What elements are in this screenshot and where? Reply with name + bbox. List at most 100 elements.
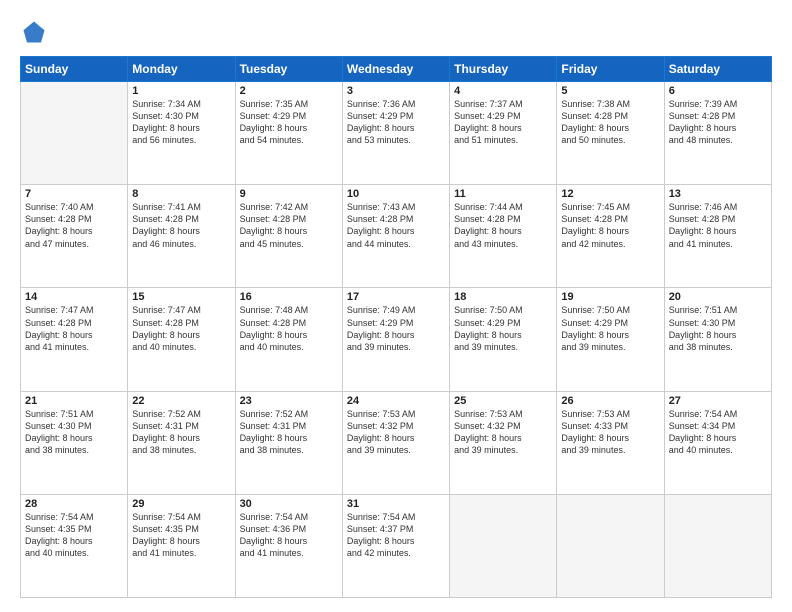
day-info: Sunrise: 7:51 AM Sunset: 4:30 PM Dayligh… bbox=[669, 304, 767, 353]
calendar-cell: 16Sunrise: 7:48 AM Sunset: 4:28 PM Dayli… bbox=[235, 288, 342, 391]
day-info: Sunrise: 7:50 AM Sunset: 4:29 PM Dayligh… bbox=[454, 304, 552, 353]
day-number: 24 bbox=[347, 395, 445, 407]
calendar-cell bbox=[450, 494, 557, 597]
calendar-cell: 24Sunrise: 7:53 AM Sunset: 4:32 PM Dayli… bbox=[342, 391, 449, 494]
calendar-cell: 26Sunrise: 7:53 AM Sunset: 4:33 PM Dayli… bbox=[557, 391, 664, 494]
day-info: Sunrise: 7:41 AM Sunset: 4:28 PM Dayligh… bbox=[132, 201, 230, 250]
day-number: 17 bbox=[347, 291, 445, 303]
calendar-cell: 8Sunrise: 7:41 AM Sunset: 4:28 PM Daylig… bbox=[128, 185, 235, 288]
day-info: Sunrise: 7:52 AM Sunset: 4:31 PM Dayligh… bbox=[132, 408, 230, 457]
day-info: Sunrise: 7:50 AM Sunset: 4:29 PM Dayligh… bbox=[561, 304, 659, 353]
calendar-cell bbox=[557, 494, 664, 597]
day-number: 28 bbox=[25, 498, 123, 510]
day-info: Sunrise: 7:37 AM Sunset: 4:29 PM Dayligh… bbox=[454, 98, 552, 147]
day-info: Sunrise: 7:44 AM Sunset: 4:28 PM Dayligh… bbox=[454, 201, 552, 250]
day-info: Sunrise: 7:40 AM Sunset: 4:28 PM Dayligh… bbox=[25, 201, 123, 250]
calendar-week-3: 21Sunrise: 7:51 AM Sunset: 4:30 PM Dayli… bbox=[21, 391, 772, 494]
calendar-cell: 13Sunrise: 7:46 AM Sunset: 4:28 PM Dayli… bbox=[664, 185, 771, 288]
day-number: 9 bbox=[240, 188, 338, 200]
day-info: Sunrise: 7:52 AM Sunset: 4:31 PM Dayligh… bbox=[240, 408, 338, 457]
calendar-cell: 3Sunrise: 7:36 AM Sunset: 4:29 PM Daylig… bbox=[342, 82, 449, 185]
day-number: 3 bbox=[347, 85, 445, 97]
day-info: Sunrise: 7:53 AM Sunset: 4:32 PM Dayligh… bbox=[347, 408, 445, 457]
calendar-cell: 12Sunrise: 7:45 AM Sunset: 4:28 PM Dayli… bbox=[557, 185, 664, 288]
day-number: 5 bbox=[561, 85, 659, 97]
calendar-cell: 19Sunrise: 7:50 AM Sunset: 4:29 PM Dayli… bbox=[557, 288, 664, 391]
calendar-cell: 31Sunrise: 7:54 AM Sunset: 4:37 PM Dayli… bbox=[342, 494, 449, 597]
calendar-cell: 15Sunrise: 7:47 AM Sunset: 4:28 PM Dayli… bbox=[128, 288, 235, 391]
weekday-wednesday: Wednesday bbox=[342, 57, 449, 82]
calendar-cell: 18Sunrise: 7:50 AM Sunset: 4:29 PM Dayli… bbox=[450, 288, 557, 391]
calendar-cell: 17Sunrise: 7:49 AM Sunset: 4:29 PM Dayli… bbox=[342, 288, 449, 391]
logo bbox=[20, 18, 52, 46]
day-info: Sunrise: 7:54 AM Sunset: 4:37 PM Dayligh… bbox=[347, 511, 445, 560]
day-info: Sunrise: 7:39 AM Sunset: 4:28 PM Dayligh… bbox=[669, 98, 767, 147]
calendar-cell: 14Sunrise: 7:47 AM Sunset: 4:28 PM Dayli… bbox=[21, 288, 128, 391]
day-info: Sunrise: 7:51 AM Sunset: 4:30 PM Dayligh… bbox=[25, 408, 123, 457]
day-info: Sunrise: 7:53 AM Sunset: 4:33 PM Dayligh… bbox=[561, 408, 659, 457]
day-number: 22 bbox=[132, 395, 230, 407]
day-info: Sunrise: 7:34 AM Sunset: 4:30 PM Dayligh… bbox=[132, 98, 230, 147]
day-info: Sunrise: 7:53 AM Sunset: 4:32 PM Dayligh… bbox=[454, 408, 552, 457]
calendar-cell bbox=[664, 494, 771, 597]
calendar-cell: 22Sunrise: 7:52 AM Sunset: 4:31 PM Dayli… bbox=[128, 391, 235, 494]
weekday-saturday: Saturday bbox=[664, 57, 771, 82]
calendar-week-0: 1Sunrise: 7:34 AM Sunset: 4:30 PM Daylig… bbox=[21, 82, 772, 185]
day-number: 19 bbox=[561, 291, 659, 303]
calendar-cell: 6Sunrise: 7:39 AM Sunset: 4:28 PM Daylig… bbox=[664, 82, 771, 185]
calendar-cell: 10Sunrise: 7:43 AM Sunset: 4:28 PM Dayli… bbox=[342, 185, 449, 288]
day-info: Sunrise: 7:35 AM Sunset: 4:29 PM Dayligh… bbox=[240, 98, 338, 147]
day-number: 30 bbox=[240, 498, 338, 510]
day-info: Sunrise: 7:43 AM Sunset: 4:28 PM Dayligh… bbox=[347, 201, 445, 250]
day-number: 4 bbox=[454, 85, 552, 97]
day-number: 8 bbox=[132, 188, 230, 200]
day-number: 2 bbox=[240, 85, 338, 97]
logo-icon bbox=[20, 18, 48, 46]
weekday-monday: Monday bbox=[128, 57, 235, 82]
weekday-header-row: SundayMondayTuesdayWednesdayThursdayFrid… bbox=[21, 57, 772, 82]
weekday-thursday: Thursday bbox=[450, 57, 557, 82]
day-info: Sunrise: 7:42 AM Sunset: 4:28 PM Dayligh… bbox=[240, 201, 338, 250]
calendar-week-2: 14Sunrise: 7:47 AM Sunset: 4:28 PM Dayli… bbox=[21, 288, 772, 391]
weekday-friday: Friday bbox=[557, 57, 664, 82]
day-number: 16 bbox=[240, 291, 338, 303]
calendar-week-1: 7Sunrise: 7:40 AM Sunset: 4:28 PM Daylig… bbox=[21, 185, 772, 288]
calendar-cell: 4Sunrise: 7:37 AM Sunset: 4:29 PM Daylig… bbox=[450, 82, 557, 185]
day-number: 31 bbox=[347, 498, 445, 510]
calendar-cell bbox=[21, 82, 128, 185]
calendar-cell: 29Sunrise: 7:54 AM Sunset: 4:35 PM Dayli… bbox=[128, 494, 235, 597]
day-info: Sunrise: 7:54 AM Sunset: 4:34 PM Dayligh… bbox=[669, 408, 767, 457]
calendar-cell: 21Sunrise: 7:51 AM Sunset: 4:30 PM Dayli… bbox=[21, 391, 128, 494]
day-number: 13 bbox=[669, 188, 767, 200]
weekday-tuesday: Tuesday bbox=[235, 57, 342, 82]
calendar-cell: 20Sunrise: 7:51 AM Sunset: 4:30 PM Dayli… bbox=[664, 288, 771, 391]
calendar-cell: 27Sunrise: 7:54 AM Sunset: 4:34 PM Dayli… bbox=[664, 391, 771, 494]
day-number: 12 bbox=[561, 188, 659, 200]
day-number: 7 bbox=[25, 188, 123, 200]
day-number: 29 bbox=[132, 498, 230, 510]
day-number: 27 bbox=[669, 395, 767, 407]
day-info: Sunrise: 7:54 AM Sunset: 4:35 PM Dayligh… bbox=[132, 511, 230, 560]
day-number: 21 bbox=[25, 395, 123, 407]
day-info: Sunrise: 7:46 AM Sunset: 4:28 PM Dayligh… bbox=[669, 201, 767, 250]
calendar-cell: 25Sunrise: 7:53 AM Sunset: 4:32 PM Dayli… bbox=[450, 391, 557, 494]
day-number: 11 bbox=[454, 188, 552, 200]
day-info: Sunrise: 7:54 AM Sunset: 4:35 PM Dayligh… bbox=[25, 511, 123, 560]
day-number: 26 bbox=[561, 395, 659, 407]
day-info: Sunrise: 7:49 AM Sunset: 4:29 PM Dayligh… bbox=[347, 304, 445, 353]
day-number: 20 bbox=[669, 291, 767, 303]
calendar-table: SundayMondayTuesdayWednesdayThursdayFrid… bbox=[20, 56, 772, 598]
day-info: Sunrise: 7:45 AM Sunset: 4:28 PM Dayligh… bbox=[561, 201, 659, 250]
calendar-cell: 1Sunrise: 7:34 AM Sunset: 4:30 PM Daylig… bbox=[128, 82, 235, 185]
day-info: Sunrise: 7:47 AM Sunset: 4:28 PM Dayligh… bbox=[25, 304, 123, 353]
day-info: Sunrise: 7:54 AM Sunset: 4:36 PM Dayligh… bbox=[240, 511, 338, 560]
day-number: 23 bbox=[240, 395, 338, 407]
day-number: 1 bbox=[132, 85, 230, 97]
day-info: Sunrise: 7:47 AM Sunset: 4:28 PM Dayligh… bbox=[132, 304, 230, 353]
day-info: Sunrise: 7:48 AM Sunset: 4:28 PM Dayligh… bbox=[240, 304, 338, 353]
calendar-cell: 28Sunrise: 7:54 AM Sunset: 4:35 PM Dayli… bbox=[21, 494, 128, 597]
day-number: 6 bbox=[669, 85, 767, 97]
calendar-cell: 2Sunrise: 7:35 AM Sunset: 4:29 PM Daylig… bbox=[235, 82, 342, 185]
weekday-sunday: Sunday bbox=[21, 57, 128, 82]
day-number: 14 bbox=[25, 291, 123, 303]
